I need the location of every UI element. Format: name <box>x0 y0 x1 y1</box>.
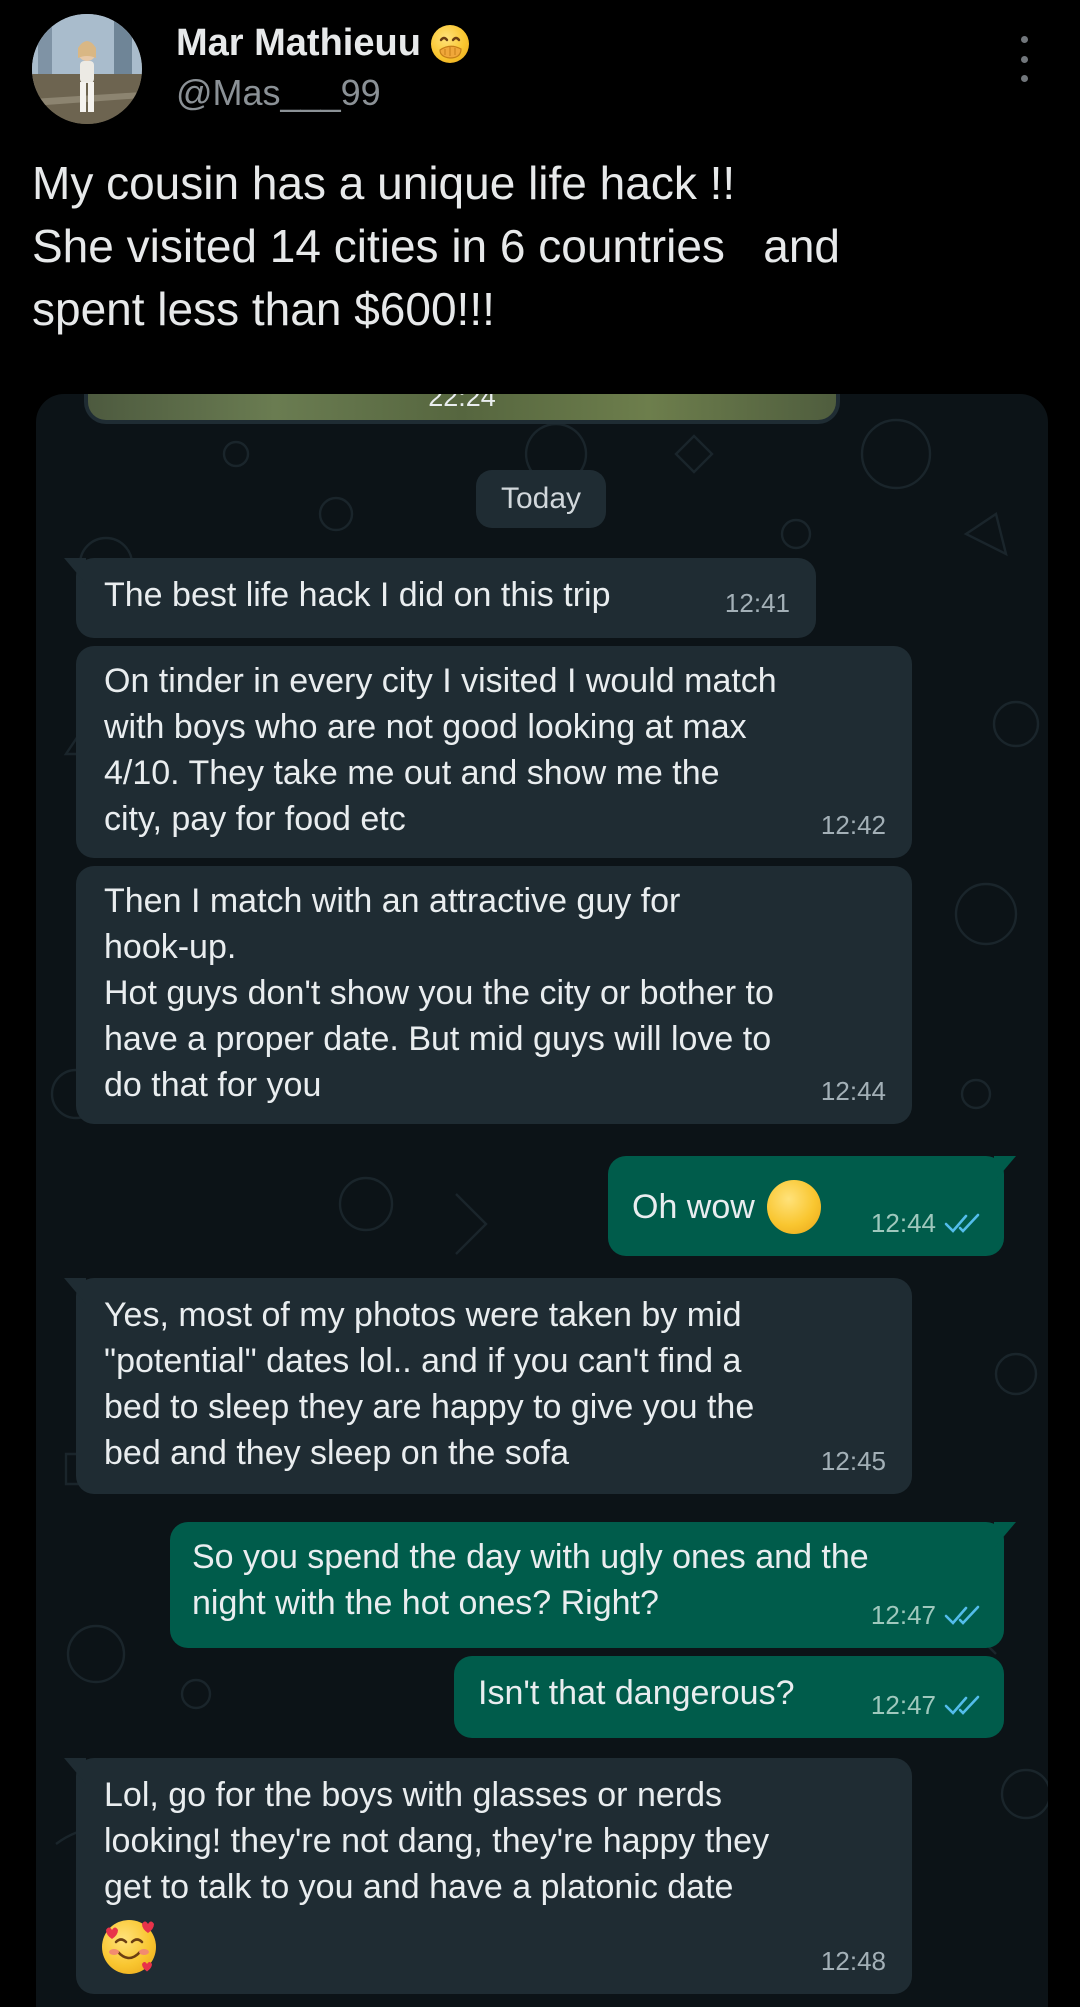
more-options-icon[interactable] <box>1010 36 1038 82</box>
message-text: Isn't that dangerous? <box>478 1674 795 1712</box>
hand-over-mouth-emoji-icon <box>430 24 469 63</box>
message-time: 12:41 <box>724 588 790 618</box>
message-bubble-incoming[interactable]: Lol, go for the boys with glasses or ner… <box>64 1758 912 1994</box>
message-text: Yes, most of my photos were taken by mid… <box>104 1296 755 1472</box>
message-text: The best life hack I did on this trip <box>104 576 611 614</box>
message-bubble-outgoing[interactable]: Isn't that dangerous? 12:47 <box>454 1656 1004 1738</box>
message-text: So you spend the day with ugly ones and … <box>192 1538 869 1622</box>
author-name-row[interactable]: Mar Mathieuu <box>176 22 469 65</box>
read-receipt-icon <box>944 1213 980 1233</box>
read-receipt-icon <box>944 1695 980 1715</box>
author-name[interactable]: Mar Mathieuu <box>176 22 421 65</box>
date-divider: Today <box>476 470 606 528</box>
message-time: 12:45 <box>820 1446 886 1476</box>
avatar-photo-icon <box>32 14 142 124</box>
message-text: Lol, go for the boys with glasses or ner… <box>104 1776 770 1906</box>
message-time: 12:44 <box>820 1076 886 1106</box>
author-avatar[interactable] <box>32 14 142 124</box>
message-bubble-outgoing[interactable]: Oh wow 12:44 <box>608 1156 1016 1316</box>
message-text: Oh wow <box>632 1188 755 1226</box>
message-text: Then I match with an attractive guy for … <box>104 882 774 1104</box>
message-bubble-incoming[interactable]: The best life hack I did on this trip 12… <box>64 558 816 638</box>
read-receipt-icon <box>944 1605 980 1625</box>
message-bubble-incoming[interactable]: Yes, most of my photos were taken by mid… <box>64 1278 912 1494</box>
message-bubble-outgoing[interactable]: So you spend the day with ugly ones and … <box>170 1522 1016 1648</box>
message-bubble-incoming[interactable]: Then I match with an attractive guy for … <box>76 866 912 1124</box>
message-content: Oh wow <box>632 1180 821 1316</box>
message-time: 12:47 <box>870 1600 936 1630</box>
author-handle[interactable]: @Mas___99 <box>176 72 381 114</box>
image-message-preview[interactable]: 22:24 <box>84 394 840 424</box>
smiling-face-with-hearts-emoji-icon <box>102 1920 156 1974</box>
message-time: 12:47 <box>870 1690 936 1720</box>
flushed-face-emoji-icon <box>766 1180 821 1316</box>
message-time: 12:44 <box>870 1208 936 1238</box>
tweet-text: My cousin has a unique life hack !! She … <box>32 157 841 335</box>
message-bubble-incoming[interactable]: On tinder in every city I visited I woul… <box>76 646 912 858</box>
image-message-time: 22:24 <box>428 394 496 412</box>
message-time: 12:48 <box>820 1946 886 1976</box>
message-time: 12:42 <box>820 810 886 840</box>
chat-screenshot[interactable]: 22:24 Today The best life hack I did on … <box>36 394 1048 2007</box>
message-text: On tinder in every city I visited I woul… <box>104 662 777 838</box>
